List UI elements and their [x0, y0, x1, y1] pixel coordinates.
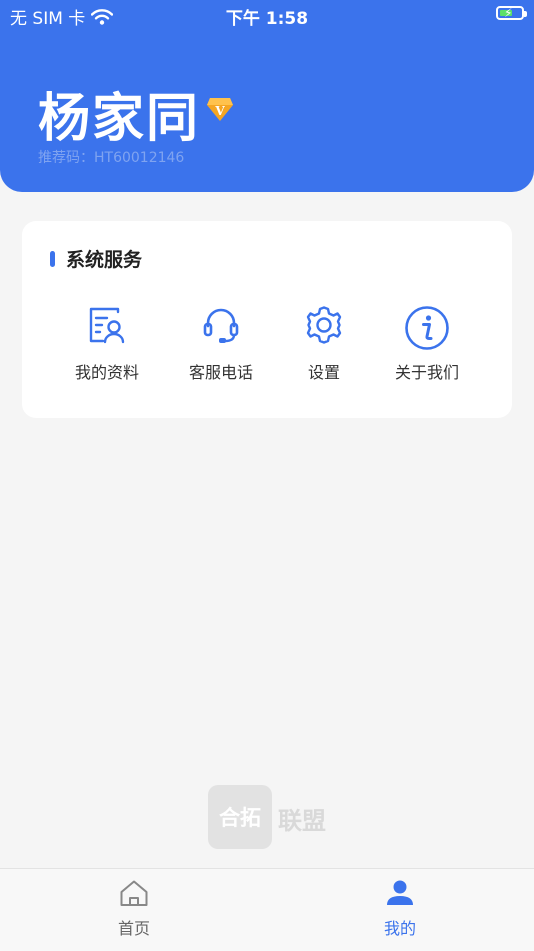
user-icon [387, 880, 413, 905]
vip-diamond-icon: V [207, 98, 233, 121]
status-time: 下午 1:58 [225, 9, 309, 29]
my-profile-button[interactable]: 我的资料 [52, 305, 162, 383]
tab-me-label: 我的 [383, 919, 416, 938]
tab-home-label: 首页 [117, 919, 150, 938]
user-name: 杨家同 [38, 89, 201, 149]
headset-icon [203, 308, 239, 343]
tab-home[interactable]: 首页 [74, 879, 194, 939]
charging-bolt-icon: ⚡ [504, 6, 513, 20]
battery-tip [524, 11, 527, 17]
status-bar: 无 SIM 卡 下午 1:58 ⚡ [0, 0, 534, 30]
section-title: 系统服务 [66, 249, 143, 271]
info-icon [405, 306, 449, 350]
brand-watermark: 合拓 联盟 [208, 785, 338, 849]
settings-label: 设置 [307, 363, 340, 382]
home-icon [120, 880, 148, 906]
profile-header: 无 SIM 卡 下午 1:58 ⚡ 杨家同 V 推荐码：HT60012146 [0, 0, 534, 192]
settings-button[interactable]: 设置 [269, 305, 379, 383]
about-us-label: 关于我们 [394, 363, 459, 382]
profile-card-icon [89, 307, 125, 344]
watermark-logo: 合拓 [208, 785, 272, 849]
customer-service-button[interactable]: 客服电话 [166, 305, 276, 383]
battery-icon: ⚡ [496, 6, 527, 20]
section-marker [50, 250, 55, 267]
svg-text:V: V [214, 104, 225, 118]
customer-service-label: 客服电话 [188, 363, 253, 382]
watermark-brand: 联盟 [278, 807, 326, 835]
gear-icon [306, 306, 342, 344]
my-profile-label: 我的资料 [74, 363, 139, 382]
tab-me[interactable]: 我的 [340, 879, 460, 939]
section-header: 系统服务 [50, 245, 142, 272]
about-us-button[interactable]: 关于我们 [372, 305, 482, 383]
system-services-card: 系统服务 我的资料 客服电话 设置 关于我们 [22, 221, 512, 418]
tab-bar: 首页 我的 [0, 868, 534, 951]
referral-code: 推荐码：HT60012146 [38, 150, 185, 166]
